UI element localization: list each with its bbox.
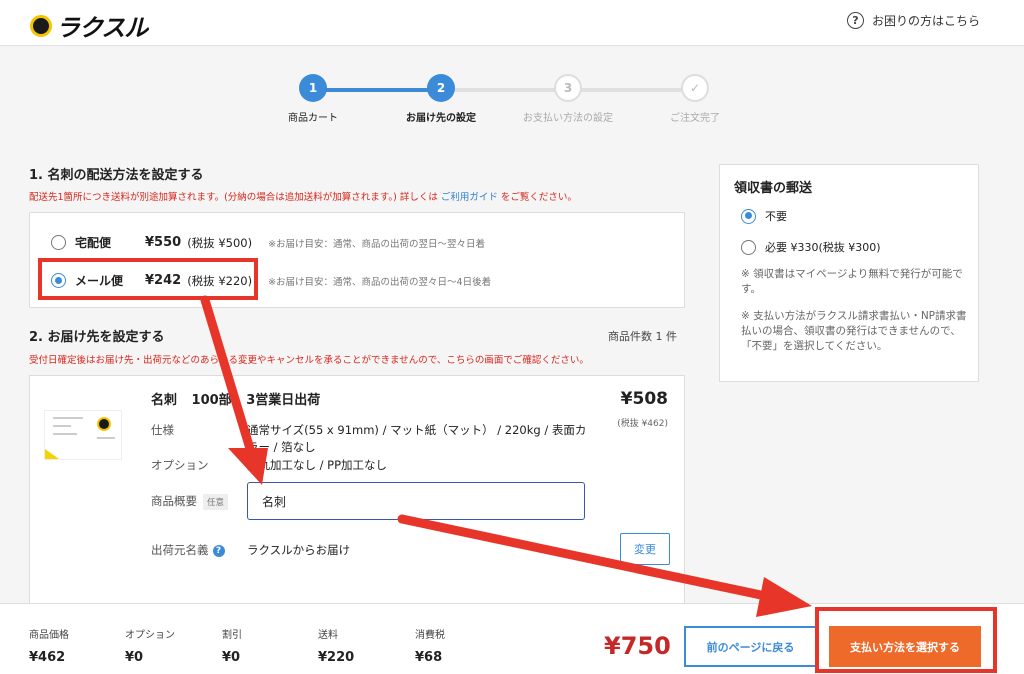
logo-text: ラクスル — [56, 14, 148, 42]
option-name: 宅配便 — [75, 236, 112, 250]
question-icon: ? — [846, 12, 864, 29]
thumb-logo-icon — [97, 417, 111, 431]
footer-label: 消費税 — [415, 630, 445, 641]
shipping-option-takuhaibin[interactable]: 宅配便 ¥550 (税抜 ¥500) ※お届け目安：通常、商品の出荷の翌日〜翌々… — [51, 234, 485, 251]
sender-value: ラクスルからお届け — [247, 543, 351, 557]
change-sender-button[interactable]: 変更 — [620, 533, 670, 565]
footer-value: ¥0 — [125, 650, 144, 665]
footer-item-option: オプション ¥0 — [125, 626, 175, 665]
spec-value: 通常サイズ(55 x 91mm) / マット紙（マット） / 220kg / 表… — [247, 423, 587, 454]
footer-value: ¥462 — [29, 650, 66, 665]
option-eta: ※お届け目安：通常、商品の出荷の翌々日〜4日後着 — [268, 276, 492, 288]
footer-item-shipping: 送料 ¥220 — [318, 626, 354, 665]
option-label: オプション — [151, 458, 209, 472]
footer-item-product-price: 商品価格 ¥462 — [29, 626, 69, 665]
receipt-note-2: ※ 支払い方法がラクスル請求書払い・NP請求書払いの場合、領収書の発行はできませ… — [741, 310, 967, 352]
logo-icon — [30, 14, 52, 37]
order-total: ¥750 — [604, 632, 671, 660]
option-tax: (税抜 ¥220) — [187, 273, 253, 288]
thumb-line — [53, 433, 77, 435]
footer-value: ¥0 — [222, 650, 241, 665]
sender-label-row: 出荷元名義? — [151, 542, 225, 558]
help-label: お困りの方はこちら — [871, 14, 980, 28]
user-guide-link[interactable]: ご利用ガイド — [441, 192, 498, 203]
footer-label: オプション — [125, 630, 175, 641]
step-number: 3 — [554, 74, 582, 102]
step-delivery: 2 お届け先の設定 — [376, 74, 506, 124]
option-value: 角丸加工なし / PP加工なし — [247, 458, 388, 472]
footer-label: 商品価格 — [29, 630, 69, 641]
thumb-corner — [45, 449, 59, 459]
option-price: ¥550 — [145, 235, 182, 250]
shipping-notice-text: 配送先1箇所につき送料が別途加算されます。(分納の場合は追加送料が加算されます。… — [29, 192, 438, 203]
product-qty: 100部 — [191, 393, 232, 408]
thumb-line — [97, 437, 115, 439]
back-button[interactable]: 前のページに戻る — [684, 626, 817, 667]
receipt-title: 領収書の郵送 — [734, 181, 813, 196]
product-name: 名刺 — [151, 393, 178, 408]
step-label: 商品カート — [288, 113, 338, 124]
option-price: ¥242 — [145, 273, 182, 288]
receipt-note-1: ※ 領収書はマイページより無料で発行が可能です。 — [741, 268, 963, 295]
step-complete: ✓ ご注文完了 — [630, 74, 760, 124]
receipt-option-required[interactable]: 必要 ¥330(税抜 ¥300) — [741, 239, 881, 255]
question-icon[interactable]: ? — [212, 544, 225, 557]
product-price: ¥508 — [620, 389, 668, 409]
thumb-line — [53, 417, 83, 419]
footer-item-discount: 割引 ¥0 — [222, 626, 242, 665]
radio-receipt-required[interactable] — [741, 239, 756, 255]
order-footer: 商品価格 ¥462 オプション ¥0 割引 ¥0 送料 ¥220 消費税 ¥68… — [0, 603, 1024, 674]
shipping-method-title: 1. 名刺の配送方法を設定する — [29, 168, 204, 183]
radio-receipt-none[interactable] — [741, 208, 756, 224]
check-icon: ✓ — [681, 74, 709, 102]
step-label: ご注文完了 — [670, 113, 720, 124]
sender-label: 出荷元名義 — [151, 543, 209, 557]
radio-takuhaibin[interactable] — [51, 235, 66, 250]
receipt-option-label: 必要 ¥330(税抜 ¥300) — [765, 241, 881, 254]
shipping-notice-tail: をご覧ください。 — [500, 192, 577, 203]
option-tax: (税抜 ¥500) — [187, 235, 253, 250]
step-number: 1 — [299, 74, 327, 102]
step-cart: 1 商品カート — [248, 74, 378, 124]
footer-label: 送料 — [318, 630, 338, 641]
receipt-option-label: 不要 — [765, 210, 787, 223]
product-summary-input[interactable] — [247, 482, 585, 520]
product-title: 名刺 100部 3営業日出荷 — [151, 389, 330, 408]
item-count: 商品件数 1 件 — [608, 330, 677, 343]
option-name: メール便 — [75, 274, 124, 288]
select-payment-button[interactable]: 支払い方法を選択する — [829, 626, 981, 667]
progress-steps: 1 商品カート 2 お届け先の設定 3 お支払い方法の設定 ✓ ご注文完了 — [270, 74, 740, 124]
step-payment: 3 お支払い方法の設定 — [503, 74, 633, 124]
spec-label: 仕様 — [151, 423, 174, 437]
step-label: お支払い方法の設定 — [523, 113, 613, 124]
shipping-option-mailbin[interactable]: メール便 ¥242 (税抜 ¥220) ※お届け目安：通常、商品の出荷の翌々日〜… — [51, 272, 491, 289]
thumb-line — [53, 425, 71, 427]
radio-mailbin[interactable] — [51, 273, 66, 288]
step-number: 2 — [427, 74, 455, 102]
optional-tag: 任意 — [203, 493, 229, 510]
delivery-address-title: 2. お届け先を設定する — [29, 330, 165, 345]
raksul-logo[interactable]: ラクスル — [30, 8, 148, 43]
help-link[interactable]: ? お困りの方はこちら — [846, 12, 980, 29]
top-header: ラクスル ? お困りの方はこちら — [0, 0, 1024, 46]
summary-label-row: 商品概要 任意 — [151, 493, 229, 510]
summary-label: 商品概要 — [151, 494, 197, 508]
receipt-option-none[interactable]: 不要 — [741, 208, 787, 224]
shipping-notice: 配送先1箇所につき送料が別途加算されます。(分納の場合は追加送料が加算されます。… — [29, 189, 577, 203]
product-price-tax: (税抜 ¥462) — [617, 419, 668, 429]
footer-value: ¥220 — [318, 650, 355, 665]
footer-value: ¥68 — [415, 650, 443, 665]
delivery-notice: 受付日確定後はお届け先・出荷元などのあらゆる変更やキャンセルを承ることができませ… — [29, 355, 589, 366]
shipping-options-box — [29, 212, 685, 308]
product-thumbnail — [44, 410, 122, 460]
footer-label: 割引 — [222, 630, 242, 641]
footer-item-tax: 消費税 ¥68 — [415, 626, 445, 665]
option-eta: ※お届け目安：通常、商品の出荷の翌日〜翌々日着 — [268, 238, 486, 250]
product-lead-time: 3営業日出荷 — [246, 393, 321, 408]
step-label: お届け先の設定 — [406, 113, 476, 124]
